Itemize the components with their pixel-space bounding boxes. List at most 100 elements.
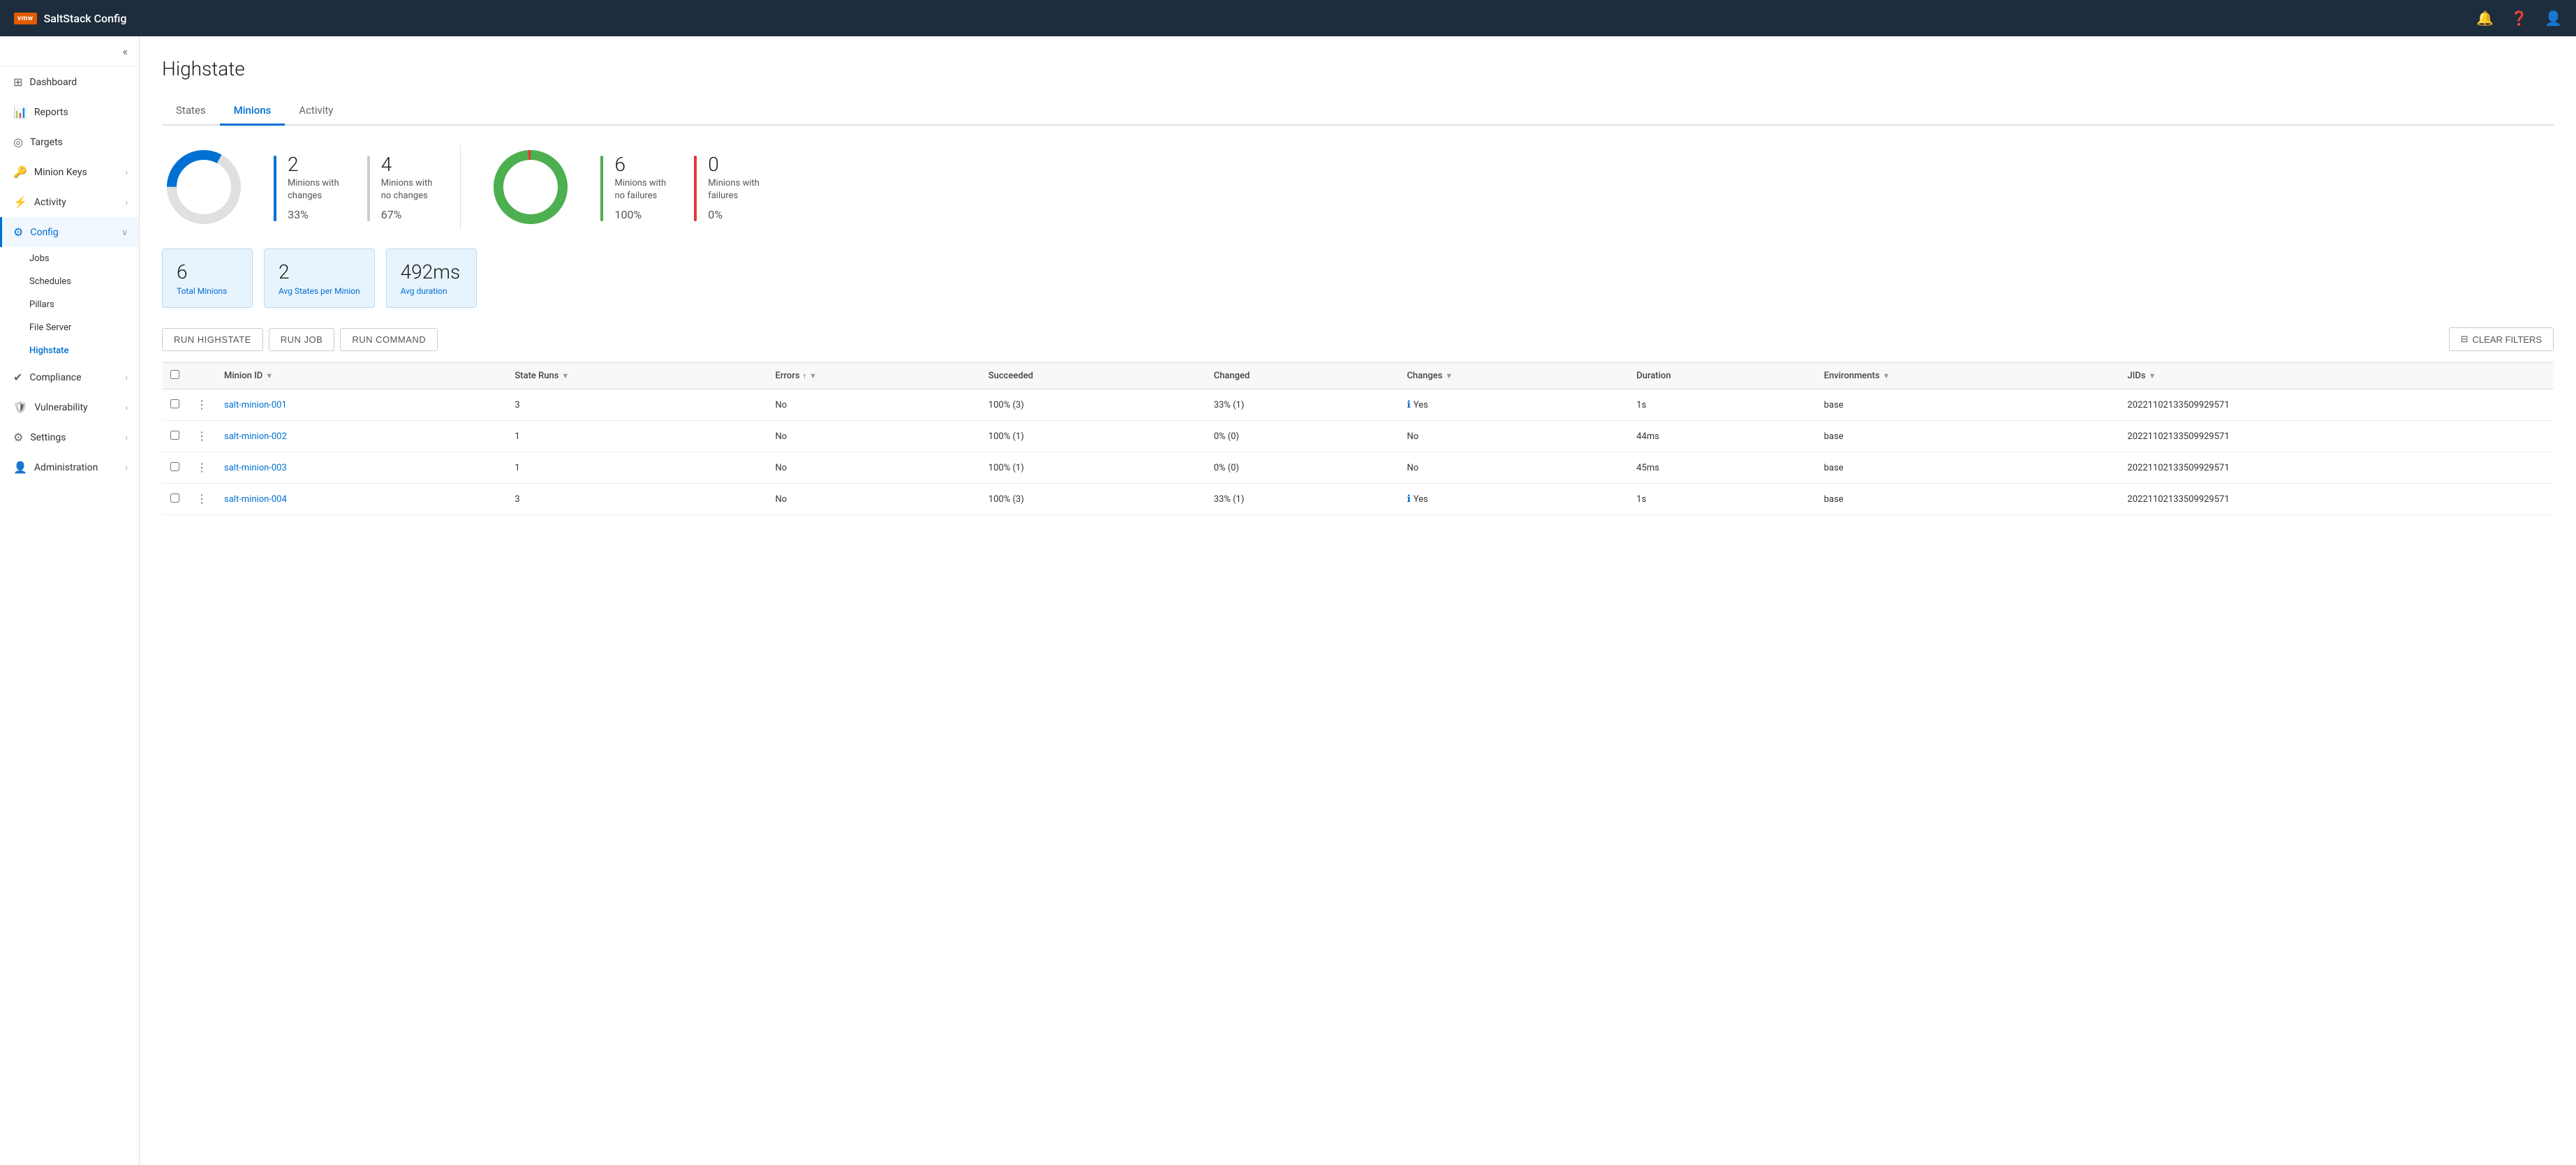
filter-icon[interactable]: ▼ xyxy=(1883,371,1890,380)
sidebar-item-highstate[interactable]: Highstate xyxy=(29,339,139,362)
sidebar-collapse-button[interactable]: « xyxy=(122,45,128,58)
row-menu-button[interactable]: ⋮ xyxy=(196,398,207,412)
activity-icon: ⚡ xyxy=(13,195,27,209)
row-changed: 0% (0) xyxy=(1206,452,1399,484)
tab-states[interactable]: States xyxy=(162,97,220,126)
chevron-right-icon: › xyxy=(125,433,128,443)
sidebar-item-administration[interactable]: 👤 Administration › xyxy=(0,452,139,482)
tab-bar: States Minions Activity xyxy=(162,97,2554,126)
stat-changes: 2 Minions withchanges 33% xyxy=(274,153,339,221)
nav-actions: 🔔 ❓ 👤 xyxy=(2476,10,2562,27)
run-job-button[interactable]: RUN JOB xyxy=(269,328,335,351)
row-checkbox[interactable] xyxy=(170,431,179,440)
main-content: Highstate States Minions Activity 2 xyxy=(140,36,2576,1165)
tab-minions[interactable]: Minions xyxy=(220,97,286,126)
row-checkbox[interactable] xyxy=(170,494,179,503)
filter-icon[interactable]: ▼ xyxy=(265,371,273,380)
table-row: ⋮ salt-minion-001 3 No 100% (3) 33% (1) … xyxy=(162,389,2554,421)
filter-icon[interactable]: ▼ xyxy=(2149,371,2156,380)
sidebar-item-targets[interactable]: ◎ Targets xyxy=(0,127,139,157)
user-icon[interactable]: 👤 xyxy=(2545,10,2562,27)
sidebar-item-minion-keys[interactable]: 🔑 Minion Keys › xyxy=(0,157,139,187)
row-succeeded: 100% (1) xyxy=(980,452,1206,484)
sidebar-item-dashboard[interactable]: ⊞ Dashboard xyxy=(0,67,139,97)
info-icon: ℹ xyxy=(1407,494,1410,505)
sidebar-item-reports[interactable]: 📊 Reports xyxy=(0,97,139,127)
reports-icon: 📊 xyxy=(13,105,27,119)
menu-header xyxy=(188,363,216,389)
sidebar-item-label: Config xyxy=(30,227,58,238)
row-checkbox[interactable] xyxy=(170,462,179,471)
card-number: 492ms xyxy=(401,260,462,283)
row-errors: No xyxy=(767,452,980,484)
stat-changes-label: Minions withchanges xyxy=(288,177,339,202)
sidebar-item-file-server[interactable]: File Server xyxy=(29,316,139,339)
sidebar-item-label: Activity xyxy=(34,197,66,208)
changes-with-icon: ℹYes xyxy=(1407,494,1620,505)
row-errors: No xyxy=(767,484,980,515)
stat-bar-red xyxy=(694,156,697,221)
table-row: ⋮ salt-minion-003 1 No 100% (1) 0% (0) N… xyxy=(162,452,2554,484)
sidebar-sub-label: Schedules xyxy=(29,276,71,287)
run-highstate-button[interactable]: RUN HIGHSTATE xyxy=(162,328,263,351)
row-jids: 20221102133509929571 xyxy=(2119,389,2554,421)
sidebar-sub-label: Pillars xyxy=(29,299,54,310)
th-succeeded: Succeeded xyxy=(980,363,1206,389)
tab-activity[interactable]: Activity xyxy=(285,97,347,126)
nav-brand: vmw SaltStack Config xyxy=(14,12,126,25)
select-all-header xyxy=(162,363,188,389)
card-avg-states: 2 Avg States per Minion xyxy=(264,248,375,308)
row-menu-button[interactable]: ⋮ xyxy=(196,492,207,506)
sidebar-item-schedules[interactable]: Schedules xyxy=(29,270,139,293)
sidebar: « ⊞ Dashboard 📊 Reports ◎ Targets 🔑 Mini… xyxy=(0,36,140,1165)
card-total-minions: 6 Total Minions xyxy=(162,248,253,308)
row-duration: 1s xyxy=(1628,484,1815,515)
filter-icon[interactable]: ▼ xyxy=(809,371,817,380)
config-icon: ⚙ xyxy=(13,225,23,239)
row-menu-button[interactable]: ⋮ xyxy=(196,461,207,475)
action-buttons: RUN HIGHSTATE RUN JOB RUN COMMAND xyxy=(162,328,438,351)
clear-filters-button[interactable]: ⊟ CLEAR FILTERS xyxy=(2449,327,2554,351)
vulnerability-icon: 🛡 xyxy=(13,401,27,414)
table-body: ⋮ salt-minion-001 3 No 100% (3) 33% (1) … xyxy=(162,389,2554,515)
minion-id-link[interactable]: salt-minion-004 xyxy=(224,494,287,505)
th-duration: Duration xyxy=(1628,363,1815,389)
minion-id-link[interactable]: salt-minion-002 xyxy=(224,431,287,442)
row-changed: 0% (0) xyxy=(1206,421,1399,452)
filter-icon[interactable]: ▼ xyxy=(561,371,569,380)
row-menu-cell: ⋮ xyxy=(188,452,216,484)
stat-no-failures: 6 Minions withno failures 100% xyxy=(600,153,666,221)
stat-no-failures-percent: 100% xyxy=(614,208,666,221)
sidebar-item-pillars[interactable]: Pillars xyxy=(29,293,139,316)
sidebar-header: « xyxy=(0,36,139,67)
chevron-down-icon: ∨ xyxy=(121,228,128,237)
filter-icon[interactable]: ▼ xyxy=(1445,371,1453,380)
sidebar-item-label: Settings xyxy=(30,432,66,443)
row-menu-button[interactable]: ⋮ xyxy=(196,429,207,443)
card-label: Avg States per Minion xyxy=(279,286,360,296)
minion-id-link[interactable]: salt-minion-003 xyxy=(224,463,287,473)
sort-icon[interactable]: ↑ xyxy=(803,371,807,380)
sidebar-item-label: Compliance xyxy=(29,372,81,383)
stat-no-failures-number: 6 xyxy=(614,153,666,176)
info-icon: ℹ xyxy=(1407,399,1410,410)
changes-with-icon: ℹYes xyxy=(1407,399,1620,410)
run-command-button[interactable]: RUN COMMAND xyxy=(340,328,438,351)
sidebar-item-vulnerability[interactable]: 🛡 Vulnerability › xyxy=(0,392,139,422)
sidebar-item-settings[interactable]: ⚙ Settings › xyxy=(0,422,139,452)
card-label: Avg duration xyxy=(401,286,462,296)
row-environments: base xyxy=(1816,389,2119,421)
stat-no-failures-label: Minions withno failures xyxy=(614,177,666,202)
sidebar-item-compliance[interactable]: ✔ Compliance › xyxy=(0,362,139,392)
notification-icon[interactable]: 🔔 xyxy=(2476,10,2494,27)
sidebar-item-jobs[interactable]: Jobs xyxy=(29,247,139,270)
th-changed: Changed xyxy=(1206,363,1399,389)
help-icon[interactable]: ❓ xyxy=(2510,10,2528,27)
minion-id-link[interactable]: salt-minion-001 xyxy=(224,400,287,410)
row-checkbox[interactable] xyxy=(170,399,179,408)
th-minion-id: Minion ID ▼ xyxy=(216,363,506,389)
sidebar-item-activity[interactable]: ⚡ Activity › xyxy=(0,187,139,217)
row-environments: base xyxy=(1816,484,2119,515)
sidebar-item-config[interactable]: ⚙ Config ∨ xyxy=(0,217,139,247)
select-all-checkbox[interactable] xyxy=(170,370,179,379)
